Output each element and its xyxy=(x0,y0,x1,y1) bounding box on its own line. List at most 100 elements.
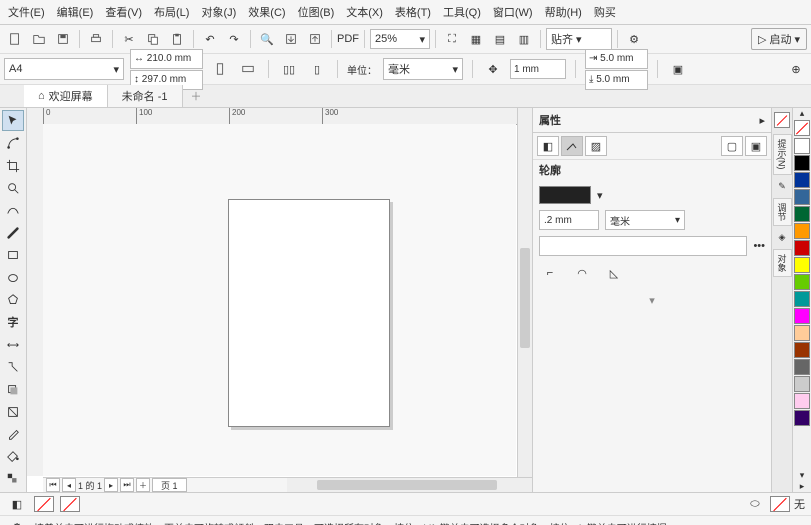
current-page-button[interactable]: ▯ xyxy=(306,58,328,80)
rulers-button[interactable]: ▦ xyxy=(465,28,487,50)
drop-shadow-tool[interactable] xyxy=(2,379,24,400)
import-button[interactable] xyxy=(280,28,302,50)
palette-down-button[interactable]: ▾ xyxy=(793,470,811,481)
start-button[interactable]: ▷启动▾ xyxy=(751,28,807,50)
color-swatch[interactable] xyxy=(794,189,810,205)
color-swatch[interactable] xyxy=(794,274,810,290)
color-swatch[interactable] xyxy=(794,172,810,188)
color-swatch[interactable] xyxy=(794,257,810,273)
open-button[interactable] xyxy=(28,28,50,50)
outline-unit-combo[interactable]: 毫米▾ xyxy=(605,210,685,230)
scrollbar-horizontal[interactable] xyxy=(287,477,532,492)
menu-text[interactable]: 文本(X) xyxy=(346,4,383,20)
snap-combo[interactable]: 贴齐▾ xyxy=(546,28,612,50)
color-swatch[interactable] xyxy=(794,325,810,341)
dup-y-input[interactable]: ⤓ 5.0 mm xyxy=(585,70,648,90)
zoom-tool[interactable] xyxy=(2,177,24,198)
treat-as-filled-button[interactable]: ▣ xyxy=(667,58,689,80)
ellipse-tool[interactable] xyxy=(2,267,24,288)
cut-button[interactable]: ✂ xyxy=(118,28,140,50)
zoom-combo[interactable]: 25%▾ xyxy=(370,29,430,49)
outline-width-combo[interactable]: .2 mm xyxy=(539,210,599,230)
menu-buy[interactable]: 购买 xyxy=(594,4,616,20)
page-tab-1[interactable]: 页 1 xyxy=(152,478,187,492)
portrait-button[interactable] xyxy=(209,58,231,80)
all-pages-button[interactable]: ▯▯ xyxy=(278,58,300,80)
page-canvas[interactable] xyxy=(228,199,390,427)
menu-view[interactable]: 查看(V) xyxy=(105,4,142,20)
menu-help[interactable]: 帮助(H) xyxy=(545,4,582,20)
docker-tab-adjust[interactable]: 调节 xyxy=(773,198,792,226)
menu-table[interactable]: 表格(T) xyxy=(395,4,431,20)
menu-layout[interactable]: 布局(L) xyxy=(154,4,189,20)
ruler-vertical[interactable] xyxy=(27,124,44,476)
expand-section-button[interactable]: ▾ xyxy=(539,294,765,307)
prop-tab-fill[interactable]: ◧ xyxy=(537,136,559,156)
redo-button[interactable]: ↷ xyxy=(223,28,245,50)
fill-indicator[interactable]: ◧ xyxy=(6,493,28,515)
page-next-button[interactable]: ▸ xyxy=(104,478,118,492)
tab-welcome[interactable]: ⌂欢迎屏幕 xyxy=(24,85,108,107)
unit-combo[interactable]: 毫米▾ xyxy=(383,58,463,80)
undo-button[interactable]: ↶ xyxy=(199,28,221,50)
menu-edit[interactable]: 编辑(E) xyxy=(57,4,94,20)
search-button[interactable]: 🔍 xyxy=(256,28,278,50)
menu-bitmap[interactable]: 位图(B) xyxy=(298,4,335,20)
crop-tool[interactable] xyxy=(2,155,24,176)
color-swatch[interactable] xyxy=(794,359,810,375)
ruler-origin[interactable] xyxy=(27,108,44,125)
bevel-button[interactable]: ◺ xyxy=(603,262,625,284)
docker-btn-brush[interactable]: ✎ xyxy=(778,181,786,192)
polygon-tool[interactable] xyxy=(2,289,24,310)
landscape-button[interactable] xyxy=(237,58,259,80)
prop-tab-outline[interactable] xyxy=(561,136,583,156)
scrollbar-vertical[interactable] xyxy=(517,108,532,478)
color-swatch[interactable] xyxy=(794,223,810,239)
palette-up-button[interactable]: ▴ xyxy=(793,108,811,119)
scroll-thumb[interactable] xyxy=(520,248,530,348)
new-button[interactable] xyxy=(4,28,26,50)
prop-tab-doc[interactable]: ▢ xyxy=(721,136,743,156)
docker-btn-pen[interactable] xyxy=(774,112,790,128)
fullscreen-button[interactable]: ⛶ xyxy=(441,28,463,50)
scroll-thumb[interactable] xyxy=(317,480,497,490)
export-button[interactable] xyxy=(304,28,326,50)
gear-icon[interactable]: ⚙ xyxy=(6,516,28,525)
parallel-dim-tool[interactable] xyxy=(2,334,24,355)
color-swatch[interactable] xyxy=(794,155,810,171)
chevron-down-icon[interactable]: ▾ xyxy=(597,189,603,202)
color-swatch[interactable] xyxy=(794,206,810,222)
dup-x-input[interactable]: ⇥ 5.0 mm xyxy=(585,49,648,69)
color-swatch[interactable] xyxy=(794,342,810,358)
eyedropper-tool[interactable] xyxy=(2,424,24,445)
print-button[interactable] xyxy=(85,28,107,50)
nudge-input[interactable]: 1 mm xyxy=(510,59,566,79)
copy-button[interactable] xyxy=(142,28,164,50)
connector-tool[interactable] xyxy=(2,356,24,377)
ruler-horizontal[interactable]: 0 100 200 300 xyxy=(43,108,532,125)
docker-tab-hints[interactable]: 提示(N) xyxy=(773,134,792,175)
round-button[interactable]: ◠ xyxy=(571,262,593,284)
tab-add-button[interactable]: ＋ xyxy=(183,85,210,107)
color-swatch[interactable] xyxy=(794,240,810,256)
miter-button[interactable]: ⌐ xyxy=(539,262,561,284)
menu-tool[interactable]: 工具(Q) xyxy=(443,4,481,20)
workspace[interactable] xyxy=(43,124,516,476)
color-swatch[interactable] xyxy=(794,393,810,409)
prop-tab-transp[interactable]: ▨ xyxy=(585,136,607,156)
color-swatch[interactable] xyxy=(794,308,810,324)
page-first-button[interactable]: ⏮ xyxy=(46,478,60,492)
docker-menu-button[interactable]: ▸ xyxy=(759,114,765,127)
text-tool[interactable]: 字 xyxy=(2,312,24,333)
palette-flyout-button[interactable]: ▸ xyxy=(793,481,811,492)
color-swatch[interactable] xyxy=(794,138,810,154)
menu-window[interactable]: 窗口(W) xyxy=(493,4,533,20)
paper-size-combo[interactable]: A4▾ xyxy=(4,58,124,80)
options-button[interactable]: ⚙ xyxy=(623,28,645,50)
color-swatch[interactable] xyxy=(794,291,810,307)
publish-button[interactable]: PDF xyxy=(337,28,359,50)
docker-btn-obj[interactable]: ◈ xyxy=(779,232,786,243)
no-color-swatch[interactable] xyxy=(794,120,810,136)
page-width-input[interactable]: ↔ 210.0 mm xyxy=(130,49,203,69)
guides-button[interactable]: ▥ xyxy=(513,28,535,50)
